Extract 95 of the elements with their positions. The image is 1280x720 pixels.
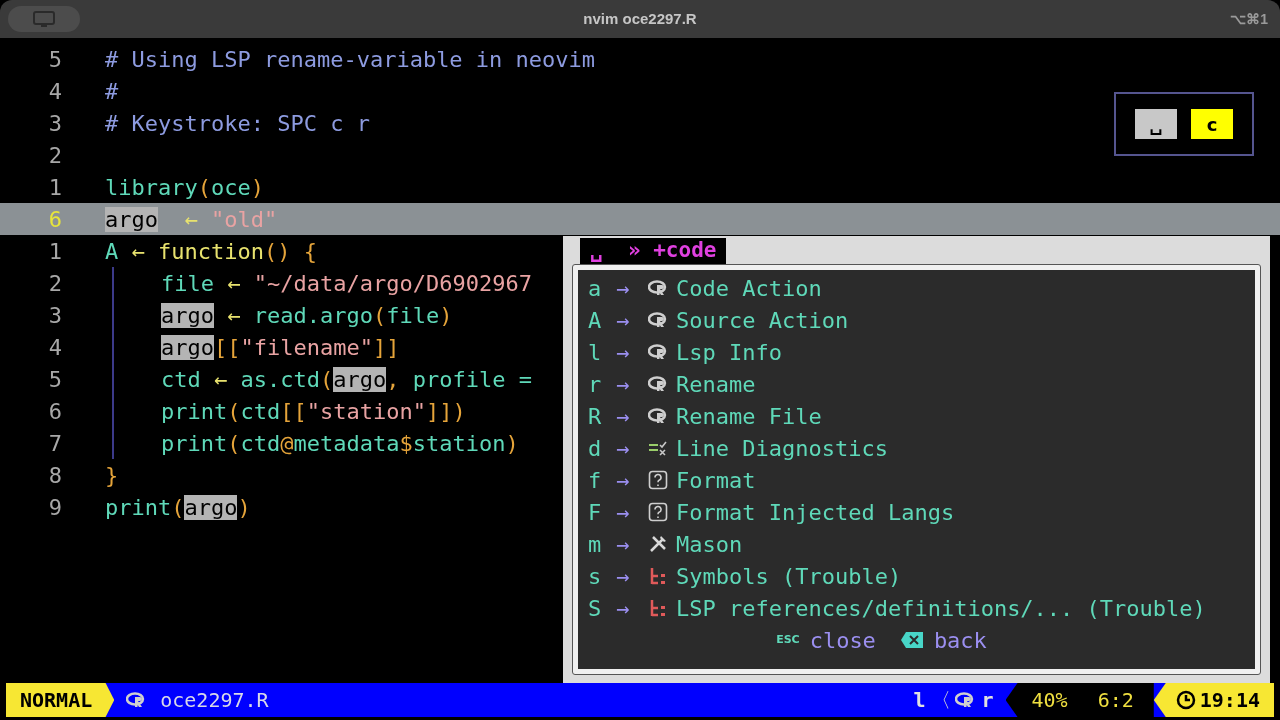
line-number: 4 bbox=[47, 333, 62, 362]
r-logo-icon bbox=[648, 280, 668, 296]
code-line: argo[["filename"]] bbox=[161, 333, 400, 362]
line-number: 7 bbox=[47, 429, 62, 458]
menu-item[interactable]: LSP references/definitions/... (Trouble) bbox=[676, 591, 1206, 625]
line-number: 1 bbox=[47, 173, 62, 202]
popup-title: ␣ » +code bbox=[590, 237, 717, 265]
cursor-position: 6:2 bbox=[1097, 687, 1134, 714]
menu-item[interactable]: Mason bbox=[676, 527, 743, 561]
menu-item[interactable]: Rename File bbox=[676, 399, 822, 433]
line-number: 2 bbox=[47, 141, 62, 170]
code-line: A ← function() { bbox=[105, 237, 317, 266]
scroll-percent: 40% bbox=[1031, 687, 1068, 714]
code-line: # Using LSP rename-variable in neovim bbox=[105, 45, 596, 74]
code-line: print(argo) bbox=[105, 493, 251, 522]
lsp-key: r bbox=[981, 685, 994, 715]
r-logo-icon bbox=[126, 692, 147, 708]
code-line: library(oce) bbox=[105, 173, 264, 202]
line-number: 1 bbox=[47, 237, 62, 266]
line-number: 5 bbox=[47, 365, 62, 394]
code-line: print(ctd@metadata$station) bbox=[161, 429, 519, 458]
r-logo-icon bbox=[648, 408, 668, 424]
mode-indicator: NORMAL bbox=[6, 683, 115, 717]
window-shortcut: ⌥⌘1 bbox=[1230, 9, 1269, 29]
arrow-glyph: → bbox=[616, 274, 631, 303]
arrow-glyph: → bbox=[616, 306, 631, 335]
arrow-glyph: → bbox=[616, 370, 631, 399]
list-check-icon bbox=[648, 440, 668, 456]
question-box-icon bbox=[648, 470, 668, 490]
window-icon bbox=[33, 11, 55, 27]
menu-item[interactable]: Source Action bbox=[676, 303, 849, 337]
line-number: 4 bbox=[47, 77, 62, 106]
r-logo-icon bbox=[648, 344, 668, 360]
r-logo-icon bbox=[955, 692, 976, 708]
backspace-icon bbox=[899, 631, 924, 649]
back-hint[interactable]: back bbox=[933, 623, 987, 657]
line-number: 2 bbox=[47, 269, 62, 298]
code-line: file ← "~/data/argo/D6902967 bbox=[161, 269, 532, 298]
file-name: oce2297.R bbox=[160, 687, 269, 714]
item-key: f bbox=[588, 463, 608, 497]
arrow-glyph: → bbox=[616, 498, 631, 527]
separator-glyph: 〈 bbox=[931, 687, 952, 714]
menu-item[interactable]: Rename bbox=[676, 367, 756, 401]
arrow-glyph: → bbox=[616, 434, 631, 463]
tree-icon bbox=[648, 566, 668, 586]
arrow-glyph: → bbox=[616, 402, 631, 431]
question-box-icon bbox=[648, 502, 668, 522]
code-line: argo ← read.argo(file) bbox=[161, 301, 453, 330]
line-number: 5 bbox=[47, 45, 62, 74]
menu-item[interactable]: Format Injected Langs bbox=[676, 495, 955, 529]
arrow-glyph: → bbox=[616, 466, 631, 495]
code-line: ctd ← as.ctd(argo, profile = bbox=[161, 365, 532, 394]
menu-item[interactable]: Code Action bbox=[676, 271, 822, 305]
item-key: A bbox=[588, 303, 608, 337]
arrow-glyph: → bbox=[616, 338, 631, 367]
item-key: s bbox=[588, 559, 608, 593]
item-key: S bbox=[588, 591, 608, 625]
item-key: R bbox=[588, 399, 608, 433]
esc-key-label: ESC bbox=[776, 631, 800, 648]
code-line: } bbox=[105, 461, 119, 490]
code-line: print(ctd[["station"]]) bbox=[161, 397, 466, 426]
window-title: nvim oce2297.R bbox=[583, 8, 697, 29]
menu-item[interactable]: Lsp Info bbox=[676, 335, 782, 369]
arrow-glyph: → bbox=[616, 562, 631, 591]
key-cap: c bbox=[1191, 109, 1233, 139]
line-number: 9 bbox=[47, 493, 62, 522]
menu-item[interactable]: Line Diagnostics bbox=[676, 431, 888, 465]
key-cap: ␣ bbox=[1135, 109, 1177, 139]
arrow-glyph: → bbox=[616, 530, 631, 559]
r-logo-icon bbox=[648, 376, 668, 392]
menu-item[interactable]: Format bbox=[676, 463, 756, 497]
tools-icon bbox=[648, 534, 668, 554]
close-hint[interactable]: close bbox=[809, 623, 876, 657]
line-number: 3 bbox=[47, 109, 62, 138]
line-number: 3 bbox=[47, 301, 62, 330]
clock-icon bbox=[1175, 690, 1196, 710]
menu-item[interactable]: Symbols (Trouble) bbox=[676, 559, 902, 593]
pending-key: l bbox=[913, 685, 926, 715]
sidebar-toggle-button[interactable] bbox=[8, 6, 80, 32]
code-line: argo ← "old" bbox=[105, 205, 278, 234]
line-number: 6 bbox=[47, 205, 62, 234]
item-key: F bbox=[588, 495, 608, 529]
item-key: d bbox=[588, 431, 608, 465]
item-key: m bbox=[588, 527, 608, 561]
code-line: # Keystroke: SPC c r bbox=[105, 109, 370, 138]
clock-time: 19:14 bbox=[1199, 687, 1260, 714]
code-line: # bbox=[105, 77, 119, 106]
r-logo-icon bbox=[648, 312, 668, 328]
line-number: 8 bbox=[47, 461, 62, 490]
line-number: 6 bbox=[47, 397, 62, 426]
item-key: a bbox=[588, 271, 608, 305]
item-key: l bbox=[588, 335, 608, 369]
arrow-glyph: → bbox=[616, 594, 631, 623]
tree-icon bbox=[648, 598, 668, 618]
item-key: r bbox=[588, 367, 608, 401]
